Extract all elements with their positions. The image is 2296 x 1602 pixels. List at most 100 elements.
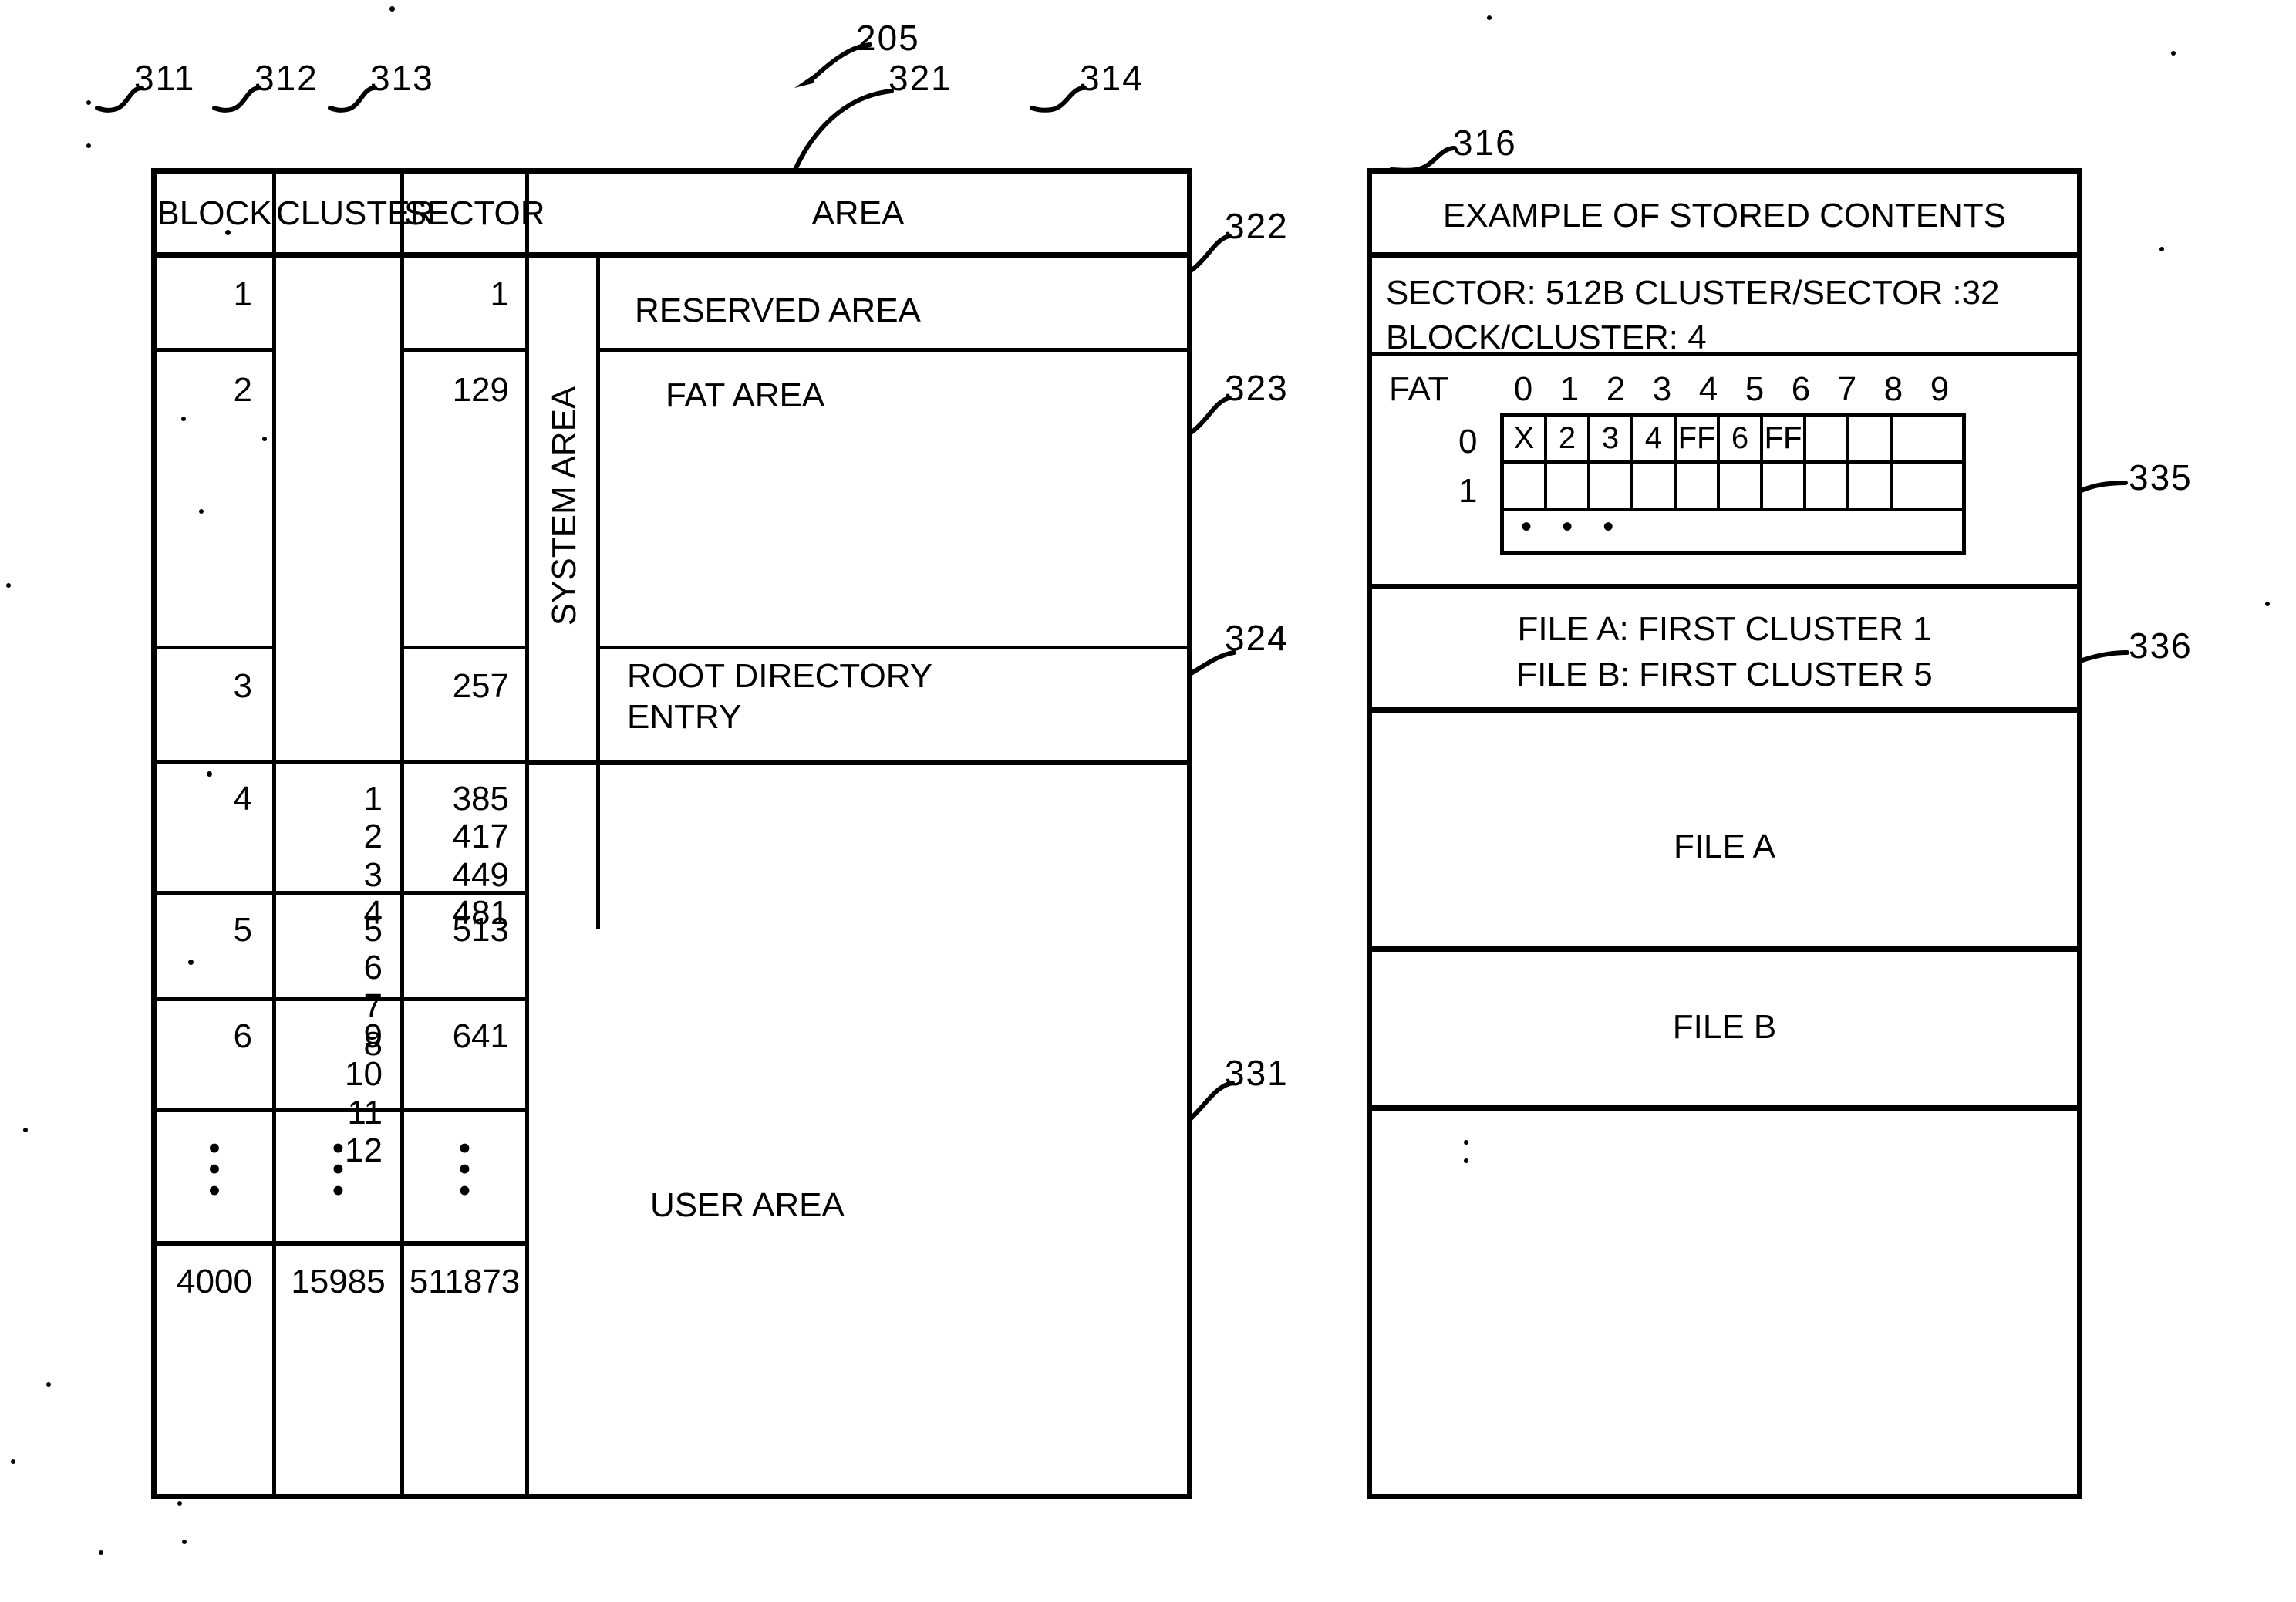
block-value-row-3: 4 (233, 780, 252, 818)
scan-speck (1464, 1140, 1468, 1145)
memory-map-table: BLOCK CLUSTER SECTOR AREA 1 2 3 4 5 6 • •… (151, 168, 1192, 1499)
area-rule-reserved (600, 348, 1187, 352)
scan-speck (46, 1382, 51, 1387)
cluster-value-row-3: 1 2 3 4 (363, 780, 383, 932)
fat-col-header-6: 6 (1791, 370, 1811, 408)
system-area-label: SYSTEM AREA (545, 386, 583, 626)
sector-value-row-2: 257 (452, 667, 509, 705)
leader-314 (1029, 83, 1087, 116)
leader-312 (211, 83, 262, 116)
scan-speck (86, 143, 91, 148)
scan-speck (86, 100, 91, 105)
fat-grid-row-0: X 2 3 4 FF 6 FF (1504, 417, 1962, 464)
title-rule (1372, 252, 2077, 258)
fat-cell-1-7 (1806, 464, 1849, 508)
scan-speck (181, 417, 186, 421)
ref-322: 322 (1225, 206, 1289, 246)
file-b-label: FILE B (1672, 1008, 1777, 1046)
column-header-area: AREA (811, 194, 905, 232)
fat-cell-0-6: FF (1763, 417, 1806, 460)
fat-label: FAT (1389, 370, 1449, 408)
scan-speck (11, 1459, 15, 1464)
row-rule-sector-2 (404, 646, 525, 649)
block-value-row-0: 1 (233, 275, 252, 313)
scan-speck (389, 6, 395, 12)
ref-323: 323 (1225, 368, 1289, 408)
fat-cell-1-2 (1590, 464, 1633, 508)
fat-cell-0-1: 2 (1547, 417, 1590, 460)
rootdir-rule (1372, 707, 2077, 713)
fat-cell-0-5: 6 (1720, 417, 1763, 460)
fat-col-header-2: 2 (1606, 370, 1626, 408)
stored-contents-title: EXAMPLE OF STORED CONTENTS (1442, 197, 2007, 234)
fat-region-rule (1372, 584, 2077, 589)
system-area-cell: SYSTEM AREA (529, 252, 600, 760)
cluster-value-row-7: 15985 (291, 1263, 386, 1300)
file-b-rule (1372, 1105, 2077, 1111)
ref-313: 313 (370, 58, 434, 98)
scan-speck (182, 1540, 187, 1544)
fat-col-header-5: 5 (1745, 370, 1765, 408)
fat-cell-0-2: 3 (1590, 417, 1633, 460)
fat-grid-row-1 (1504, 464, 1962, 511)
header-rule (157, 252, 1187, 258)
area-label-reserved: RESERVED AREA (635, 292, 921, 329)
fat-cell-0-7 (1806, 417, 1849, 460)
fat-cell-1-9 (1893, 464, 1936, 508)
file-a-label: FILE A (1673, 828, 1776, 865)
scan-speck (225, 230, 231, 235)
ref-312: 312 (255, 58, 319, 98)
fat-cell-0-3: 4 (1633, 417, 1677, 460)
fat-cell-1-5 (1720, 464, 1763, 508)
scan-speck (2171, 51, 2176, 56)
ref-314: 314 (1080, 58, 1144, 98)
scan-speck (99, 1550, 103, 1555)
fat-col-header-9: 9 (1930, 370, 1950, 408)
column-header-sector: SECTOR (404, 194, 545, 232)
scan-speck (199, 509, 204, 514)
sector-value-row-4: 513 (452, 911, 509, 949)
leader-313 (327, 83, 378, 116)
fat-cell-1-1 (1547, 464, 1590, 508)
scan-speck (23, 1128, 28, 1132)
ref-336: 336 (2129, 626, 2193, 666)
scan-speck (188, 960, 194, 965)
ref-335: 335 (2129, 457, 2193, 497)
root-directory-line-a: FILE A: FIRST CLUSTER 1 FILE B: FIRST CL… (1516, 610, 1933, 693)
scan-speck (6, 583, 11, 588)
fat-col-header-1: 1 (1559, 370, 1580, 408)
cluster-value-ellipsis: • • • (332, 1129, 345, 1209)
fat-table-region: FAT 0 1 2 3 4 5 6 7 8 9 0 1 X 2 3 4 FF 6… (1372, 356, 2077, 584)
scan-speck (2159, 247, 2164, 251)
fat-cell-0-8 (1849, 417, 1893, 460)
fat-cell-0-9 (1893, 417, 1936, 460)
row-rule-sector-1 (404, 348, 525, 352)
fat-col-header-0: 0 (1513, 370, 1533, 408)
scan-speck (207, 771, 212, 777)
stored-contents-panel: EXAMPLE OF STORED CONTENTS SECTOR: 512B … (1367, 168, 2082, 1499)
row-rule-ellipsis (157, 1241, 525, 1246)
sector-value-row-0: 1 (490, 275, 509, 313)
block-value-row-1: 2 (233, 371, 252, 409)
scan-speck (262, 437, 267, 441)
area-rule-fat (600, 646, 1187, 649)
fat-row-label-1: 1 (1458, 472, 1478, 510)
block-value-row-5: 6 (233, 1017, 252, 1055)
fat-cell-0-0: X (1504, 417, 1547, 460)
block-value-row-2: 3 (233, 667, 252, 705)
sector-value-ellipsis: • • • (458, 1129, 471, 1209)
row-rule-block-2 (157, 646, 272, 649)
fat-col-header-7: 7 (1837, 370, 1857, 408)
row-rule-3 (157, 760, 525, 764)
ref-321: 321 (888, 58, 952, 98)
scan-speck (2265, 602, 2270, 606)
area-label-fat: FAT AREA (666, 376, 825, 414)
scan-speck (1487, 15, 1492, 20)
fat-col-header-3: 3 (1652, 370, 1672, 408)
scan-speck (177, 1501, 182, 1506)
leader-311 (94, 83, 145, 116)
fat-cell-1-8 (1849, 464, 1893, 508)
sector-value-row-5: 641 (452, 1017, 509, 1055)
ref-316: 316 (1453, 123, 1517, 163)
area-rule-rootdir (529, 760, 1187, 765)
